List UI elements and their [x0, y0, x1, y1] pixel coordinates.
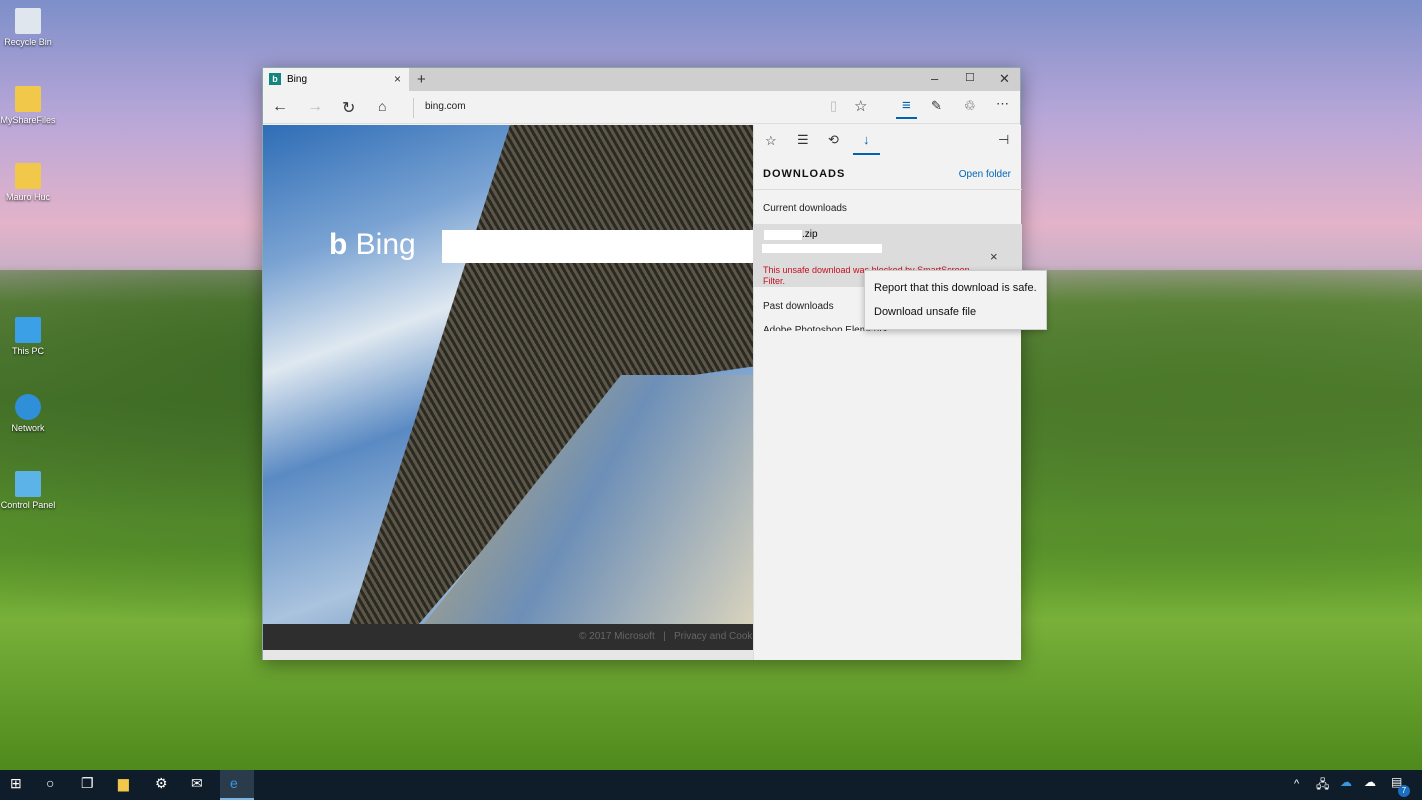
privacy-link[interactable]: Privacy and Cook: [674, 631, 752, 642]
current-downloads-label: Current downloads: [763, 203, 847, 214]
icon-label: This PC: [11, 346, 44, 356]
hub-icon[interactable]: ≡: [896, 97, 917, 119]
share-icon[interactable]: ♲: [964, 98, 976, 114]
new-tab-icon[interactable]: +: [417, 71, 426, 88]
desktop-icon-this-pc[interactable]: This PC: [0, 317, 56, 356]
history-tab-icon[interactable]: ⟲: [828, 132, 839, 148]
reading-list-tab-icon[interactable]: ☰: [797, 132, 809, 148]
file-explorer-icon[interactable]: ▆: [118, 775, 129, 792]
edge-taskbar-icon[interactable]: e: [220, 770, 254, 800]
user-folder-icon: [15, 163, 41, 189]
bing-page: b Bing © 2017 Microsoft | Privacy and Co…: [263, 125, 753, 660]
horizontal-scrollbar[interactable]: [263, 650, 753, 660]
desktop-icon-control-panel[interactable]: Control Panel: [0, 471, 56, 510]
back-icon[interactable]: ←: [272, 98, 288, 116]
icon-label: Control Panel: [0, 500, 56, 510]
tab-bar: b Bing × + – ☐ ✕: [263, 68, 1020, 91]
refresh-icon[interactable]: ↻: [342, 98, 355, 118]
onedrive-white-icon[interactable]: ☁: [1364, 775, 1376, 789]
menu-item-report-safe[interactable]: Report that this download is safe.: [874, 282, 1037, 294]
icon-label: Recycle Bin: [4, 37, 52, 47]
hub-title: DOWNLOADS: [763, 168, 846, 180]
search-icon[interactable]: ○: [46, 775, 54, 791]
onedrive-blue-icon[interactable]: ☁: [1340, 775, 1352, 789]
download-context-menu: Report that this download is safe. Downl…: [864, 270, 1047, 330]
control-panel-icon: [15, 471, 41, 497]
downloads-hub-panel: ☆ ☰ ⟲ ↓ ⊣ DOWNLOADS Open folder Current …: [753, 125, 1022, 660]
more-icon[interactable]: ⋯: [996, 96, 1009, 112]
home-icon[interactable]: ⌂: [378, 98, 386, 114]
past-downloads-label: Past downloads: [763, 301, 834, 312]
close-tab-icon[interactable]: ×: [394, 72, 401, 86]
recycle-bin-icon: [15, 8, 41, 34]
tab-bing[interactable]: b Bing ×: [263, 68, 409, 91]
reading-view-icon[interactable]: ▯: [830, 98, 837, 114]
start-icon[interactable]: ⊞: [10, 775, 22, 792]
pin-icon[interactable]: ⊣: [998, 132, 1009, 148]
network-icon: [15, 394, 41, 420]
mail-icon[interactable]: ✉: [191, 775, 203, 792]
address-bar[interactable]: bing.com: [425, 101, 466, 112]
copyright: © 2017 Microsoft: [579, 631, 655, 642]
minimize-icon[interactable]: –: [931, 71, 938, 86]
download-file-name: .zip: [802, 229, 818, 240]
network-tray-icon[interactable]: 🖧: [1316, 775, 1329, 796]
desktop-icon-network[interactable]: Network: [0, 394, 56, 433]
maximize-icon[interactable]: ☐: [965, 71, 975, 84]
show-hidden-icons[interactable]: ^: [1294, 778, 1299, 790]
desktop-icon-myshare[interactable]: MyShareFiles: [0, 86, 56, 125]
downloads-tab-icon[interactable]: ↓: [853, 132, 880, 155]
task-view-icon[interactable]: ❐: [81, 775, 94, 792]
forward-icon[interactable]: →: [307, 98, 323, 116]
favorites-tab-icon[interactable]: ☆: [765, 133, 777, 149]
notification-badge: 7: [1398, 785, 1410, 797]
tab-title: Bing: [287, 74, 308, 85]
search-input[interactable]: [442, 230, 753, 263]
bing-logo: b Bing: [329, 228, 416, 261]
cancel-download-icon[interactable]: ×: [990, 249, 998, 264]
icon-label: MyShareFiles: [0, 115, 56, 125]
favorite-star-icon[interactable]: ☆: [854, 97, 867, 115]
menu-item-download-unsafe[interactable]: Download unsafe file: [874, 306, 976, 318]
web-note-icon[interactable]: ✎: [931, 98, 942, 114]
icon-label: Mauro Huc: [5, 192, 50, 202]
desktop-icon-user[interactable]: Mauro Huc: [0, 163, 56, 202]
bing-favicon: b: [269, 73, 281, 85]
folder-icon: [15, 86, 41, 112]
settings-icon[interactable]: ⚙: [155, 775, 168, 792]
close-window-icon[interactable]: ✕: [999, 71, 1010, 87]
desktop-icon-recycle-bin[interactable]: Recycle Bin: [0, 8, 56, 47]
page-footer: © 2017 Microsoft | Privacy and Cook: [263, 624, 753, 650]
taskbar: ⊞ ○ ❐ ▆ ⚙ ✉ e ^ 🖧 ☁ ☁ ▤ 7: [0, 770, 1422, 800]
icon-label: Network: [11, 423, 45, 433]
computer-icon: [15, 317, 41, 343]
navigation-bar: ← → ↻ ⌂ bing.com ▯ ☆ ≡ ✎ ♲ ⋯: [263, 91, 1020, 124]
edge-browser-window: b Bing × + – ☐ ✕ ← → ↻ ⌂ bing.com ▯ ☆ ≡ …: [262, 67, 1022, 660]
open-folder-link[interactable]: Open folder: [959, 169, 1011, 180]
